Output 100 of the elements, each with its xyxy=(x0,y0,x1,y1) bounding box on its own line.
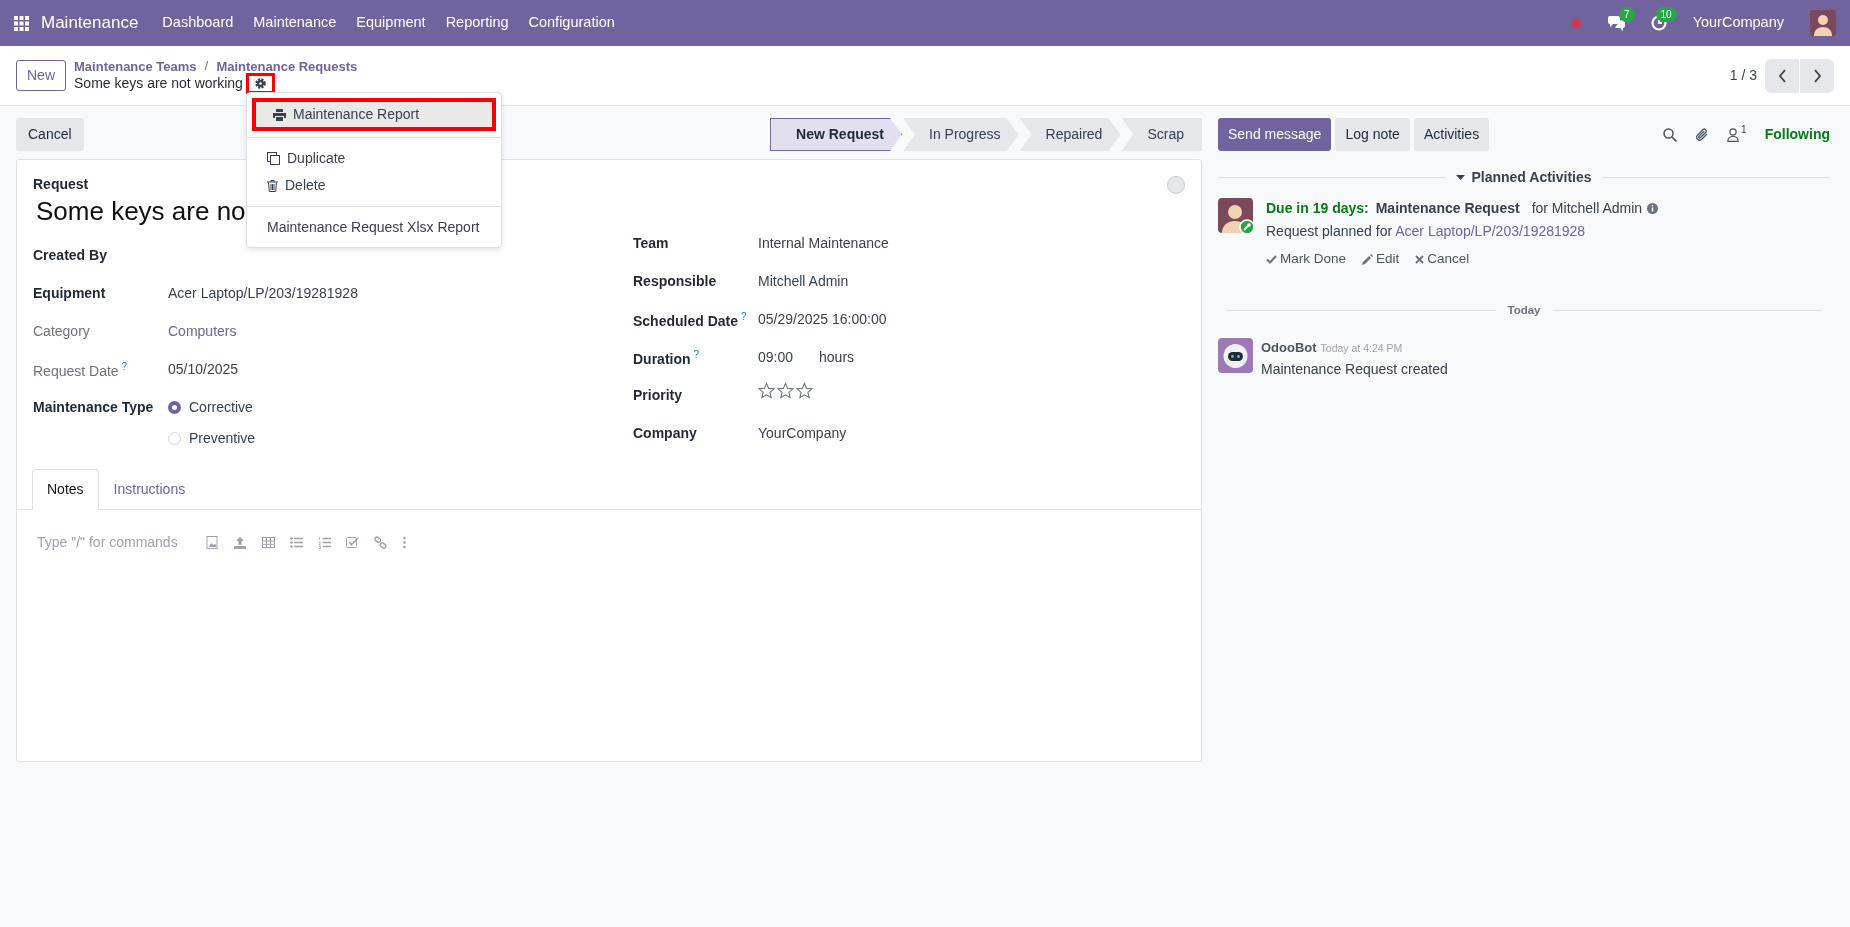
field-label: Equipment xyxy=(33,285,106,302)
menu-item[interactable]: Maintenance Report xyxy=(253,99,495,130)
stage-button[interactable]: Scrap xyxy=(1121,118,1202,151)
tab[interactable]: Notes xyxy=(32,469,99,511)
field-value: Acer Laptop/LP/203/19281928 xyxy=(168,285,358,302)
more-icon[interactable] xyxy=(401,536,407,550)
menu-item[interactable]: Dashboard xyxy=(152,12,244,34)
chatter-button[interactable]: Activities xyxy=(1413,118,1490,151)
star-icon[interactable] xyxy=(796,382,813,400)
apps-menu-icon[interactable] xyxy=(14,15,29,31)
chevron-left-icon xyxy=(1777,68,1787,83)
help-marker[interactable]: ? xyxy=(693,349,700,361)
menu-item[interactable]: Reporting xyxy=(435,12,519,34)
app-name[interactable]: Maintenance xyxy=(41,10,139,36)
stage-button[interactable]: Repaired xyxy=(1019,118,1121,151)
field-link[interactable]: Computers xyxy=(168,323,237,340)
follower-count: 1 xyxy=(1741,122,1747,137)
new-button[interactable]: New xyxy=(16,60,66,91)
table-icon[interactable] xyxy=(261,536,275,550)
field-label: Category xyxy=(33,323,90,340)
menu-item[interactable]: Duplicate xyxy=(247,145,501,172)
equipment-link[interactable]: Acer Laptop/LP/203/19281928 xyxy=(1395,223,1586,239)
image-icon[interactable] xyxy=(205,536,219,550)
field-value: Internal Maintenance xyxy=(758,235,889,252)
check-icon xyxy=(1266,254,1277,264)
status-dot xyxy=(1571,18,1581,28)
unit-label: hours xyxy=(819,349,855,366)
message-body: Maintenance Request created xyxy=(1261,360,1448,379)
following-button[interactable]: Following xyxy=(1764,124,1830,145)
field-value: 05/29/2025 16:00:00 xyxy=(758,311,887,328)
menu-item[interactable]: Configuration xyxy=(518,12,625,34)
field-label: Company xyxy=(633,425,697,442)
search-icon[interactable] xyxy=(1663,127,1678,142)
field-label: Request xyxy=(33,176,89,192)
chatter-button[interactable]: Send message xyxy=(1218,118,1332,151)
planned-activities-toggle[interactable]: Planned Activities xyxy=(1456,167,1592,188)
checklist-icon[interactable] xyxy=(345,536,359,550)
user-avatar[interactable] xyxy=(1810,10,1836,36)
breadcrumb-separator: / xyxy=(204,58,209,76)
pager-value: 1 / 3 xyxy=(1729,66,1757,85)
stage-button[interactable]: In Progress xyxy=(903,118,1019,151)
radio-label[interactable]: Corrective xyxy=(189,397,253,419)
previous-button[interactable] xyxy=(1765,58,1799,93)
activity-action[interactable]: Cancel xyxy=(1415,249,1470,270)
field-label: Team xyxy=(633,235,669,252)
person-icon[interactable] xyxy=(1727,127,1740,142)
field-value: 09:00 xyxy=(758,349,794,366)
activity-count-badge: 10 xyxy=(1655,6,1677,22)
breadcrumb-link[interactable]: Maintenance Teams xyxy=(74,58,197,75)
paperclip-icon[interactable] xyxy=(1695,127,1710,142)
numbered-list-icon[interactable] xyxy=(317,536,331,550)
radio-label[interactable]: Preventive xyxy=(189,428,256,450)
field-label: Request Date xyxy=(33,362,119,379)
printer-icon xyxy=(273,108,286,121)
breadcrumb-link[interactable]: Maintenance Requests xyxy=(216,58,358,75)
user-avatar xyxy=(1218,198,1254,234)
request-title: Some keys are no xyxy=(36,196,246,227)
bullet-list-icon[interactable] xyxy=(289,536,303,550)
activity-action[interactable]: Mark Done xyxy=(1266,249,1347,270)
activity-note: Request planned for xyxy=(1266,223,1393,239)
close-icon xyxy=(1415,254,1425,264)
settings-button[interactable] xyxy=(248,76,272,92)
next-button[interactable] xyxy=(1800,58,1834,93)
field-label: Priority xyxy=(633,387,682,404)
help-marker[interactable]: ? xyxy=(121,361,128,373)
message-author: OdooBot xyxy=(1261,338,1317,357)
bot-avatar xyxy=(1218,337,1253,373)
message-time: Today at 4:24 PM xyxy=(1320,340,1403,356)
help-marker[interactable]: ? xyxy=(741,311,747,323)
field-label: Created By xyxy=(33,247,107,264)
stage-button[interactable]: New Request xyxy=(770,118,902,151)
info-icon[interactable] xyxy=(1647,203,1659,214)
field-value: 05/10/2025 xyxy=(168,361,239,378)
chat-icon[interactable] xyxy=(1606,15,1625,31)
menu-item[interactable]: Delete xyxy=(247,172,501,199)
field-value: YourCompany xyxy=(758,425,847,442)
radio-button[interactable] xyxy=(168,401,181,415)
star-icon[interactable] xyxy=(758,382,775,400)
message-count-badge: 7 xyxy=(1619,6,1635,22)
upload-icon[interactable] xyxy=(233,536,247,550)
pencil-icon xyxy=(1362,253,1374,265)
menu-item[interactable]: Maintenance Request Xlsx Report xyxy=(247,214,501,241)
field-label: Maintenance Type xyxy=(33,399,154,416)
menu-item[interactable]: Equipment xyxy=(346,12,436,34)
cancel-button[interactable]: Cancel xyxy=(16,118,84,151)
field-label: Responsible xyxy=(633,273,717,290)
record-name: Some keys are not working xyxy=(74,75,243,93)
due-label: Due in 19 days: xyxy=(1266,199,1369,218)
chatter-button[interactable]: Log note xyxy=(1335,118,1410,151)
activity-action[interactable]: Edit xyxy=(1362,249,1400,270)
link-icon[interactable] xyxy=(373,536,387,550)
field-label: Scheduled Date xyxy=(633,312,739,329)
gear-icon xyxy=(253,77,267,91)
trash-icon xyxy=(267,179,278,192)
menu-item[interactable]: Maintenance xyxy=(243,12,347,34)
star-icon[interactable] xyxy=(777,382,794,400)
chevron-right-icon xyxy=(1812,68,1822,83)
field-label: Duration xyxy=(633,350,691,367)
tab[interactable]: Instructions xyxy=(98,469,201,511)
company-name[interactable]: YourCompany xyxy=(1692,12,1784,34)
